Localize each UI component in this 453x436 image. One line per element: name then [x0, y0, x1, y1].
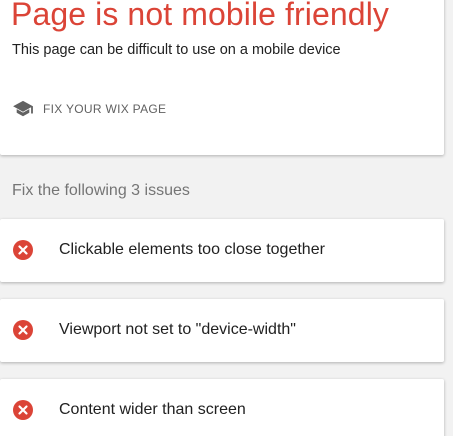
- issue-item-viewport[interactable]: Viewport not set to "device-width": [0, 299, 444, 362]
- fix-link-label: FIX YOUR WIX PAGE: [43, 102, 167, 116]
- issue-label: Clickable elements too close together: [59, 241, 325, 258]
- fix-your-wix-page-link[interactable]: FIX YOUR WIX PAGE: [12, 98, 166, 120]
- issue-label: Viewport not set to "device-width": [59, 321, 296, 338]
- summary-card: Page is not mobile friendly This page ca…: [0, 0, 444, 155]
- issue-item-content-width[interactable]: Content wider than screen: [0, 379, 444, 436]
- error-circle-icon: [13, 320, 33, 340]
- summary-subtitle: This page can be difficult to use on a m…: [12, 42, 341, 58]
- issues-heading: Fix the following 3 issues: [12, 182, 190, 199]
- graduation-cap-icon: [12, 100, 34, 118]
- mobile-friendly-test-page: Page is not mobile friendly This page ca…: [0, 0, 453, 436]
- error-circle-icon: [13, 400, 33, 420]
- page-title: Page is not mobile friendly: [11, 0, 390, 32]
- error-circle-icon: [13, 240, 33, 260]
- issue-item-clickable-elements[interactable]: Clickable elements too close together: [0, 219, 444, 282]
- issue-label: Content wider than screen: [59, 401, 246, 418]
